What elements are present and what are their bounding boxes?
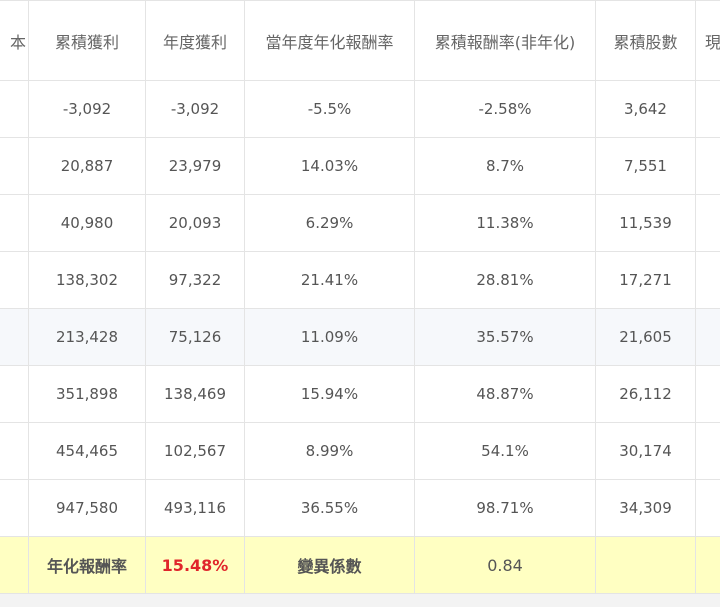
table-row[interactable]: 213,428 75,126 11.09% 35.57% 21,605	[0, 308, 720, 366]
cell-cost-cut	[0, 479, 29, 537]
cell-cumulative-return: 98.71%	[414, 479, 596, 537]
cell-cumulative-shares: 7,551	[595, 137, 696, 195]
cell-cost-cut	[0, 422, 29, 480]
cell-cumulative-shares: 11,539	[595, 194, 696, 252]
cell-annualized-return: 11.09%	[244, 308, 415, 366]
table-row[interactable]: 20,887 23,979 14.03% 8.7% 7,551	[0, 137, 720, 195]
cell-cumulative-profit: 40,980	[28, 194, 146, 252]
cell-cost-cut	[0, 137, 29, 195]
cell-cumulative-profit: 20,887	[28, 137, 146, 195]
cell-cut-right	[695, 479, 720, 537]
cell-annualized-return: 14.03%	[244, 137, 415, 195]
cell-cumulative-return: 48.87%	[414, 365, 596, 423]
cell-cumulative-profit: 138,302	[28, 251, 146, 309]
cell-cumulative-shares: 17,271	[595, 251, 696, 309]
cell-annual-profit: -3,092	[145, 80, 245, 138]
cell-cumulative-return: 8.7%	[414, 137, 596, 195]
table-row[interactable]: 138,302 97,322 21.41% 28.81% 17,271	[0, 251, 720, 309]
cell-annual-profit: 493,116	[145, 479, 245, 537]
cell-annual-profit: 138,469	[145, 365, 245, 423]
cell-annualized-return: -5.5%	[244, 80, 415, 138]
cell-cost-cut	[0, 308, 29, 366]
cell-cumulative-profit: 213,428	[28, 308, 146, 366]
table-row[interactable]: 454,465 102,567 8.99% 54.1% 30,174	[0, 422, 720, 480]
returns-table-view: 本 累積獲利 年度獲利 當年度年化報酬率 累積報酬率(非年化) 累積股數 現 -…	[0, 0, 720, 607]
cell-cumulative-shares: 26,112	[595, 365, 696, 423]
header-annualized-return[interactable]: 當年度年化報酬率	[244, 0, 415, 81]
cell-annualized-return: 36.55%	[244, 479, 415, 537]
cell-cumulative-shares: 30,174	[595, 422, 696, 480]
cell-cumulative-profit: -3,092	[28, 80, 146, 138]
summary-row: 年化報酬率 15.48% 變異係數 0.84	[0, 536, 720, 594]
cell-annualized-return: 8.99%	[244, 422, 415, 480]
cell-annual-profit: 20,093	[145, 194, 245, 252]
cell-cumulative-shares: 3,642	[595, 80, 696, 138]
table-row[interactable]: 947,580 493,116 36.55% 98.71% 34,309	[0, 479, 720, 537]
table-row[interactable]: -3,092 -3,092 -5.5% -2.58% 3,642	[0, 80, 720, 138]
cell-annualized-return: 21.41%	[244, 251, 415, 309]
summary-empty-cell	[595, 536, 696, 594]
table-row[interactable]: 351,898 138,469 15.94% 48.87% 26,112	[0, 365, 720, 423]
cell-cut-right	[695, 137, 720, 195]
cell-annual-profit: 97,322	[145, 251, 245, 309]
cell-cumulative-return: 54.1%	[414, 422, 596, 480]
cell-cut-right	[695, 422, 720, 480]
cell-cumulative-return: 28.81%	[414, 251, 596, 309]
header-cumulative-shares[interactable]: 累積股數	[595, 0, 696, 81]
cell-cumulative-shares: 21,605	[595, 308, 696, 366]
header-row: 本 累積獲利 年度獲利 當年度年化報酬率 累積報酬率(非年化) 累積股數 現	[0, 0, 720, 81]
cell-cost-cut	[0, 194, 29, 252]
cell-cost-cut	[0, 251, 29, 309]
table-footer: 年化報酬率 15.48% 變異係數 0.84	[0, 536, 720, 594]
cell-annual-profit: 75,126	[145, 308, 245, 366]
cell-annual-profit: 23,979	[145, 137, 245, 195]
cell-annualized-return: 15.94%	[244, 365, 415, 423]
cell-cumulative-profit: 351,898	[28, 365, 146, 423]
cv-value: 0.84	[414, 536, 596, 594]
cell-annualized-return: 6.29%	[244, 194, 415, 252]
header-annual-profit[interactable]: 年度獲利	[145, 0, 245, 81]
cell-cumulative-shares: 34,309	[595, 479, 696, 537]
cell-cut-right	[695, 365, 720, 423]
cell-cost-cut	[0, 365, 29, 423]
cell-cost-cut	[0, 80, 29, 138]
header-cumulative-profit[interactable]: 累積獲利	[28, 0, 146, 81]
cell-cumulative-profit: 947,580	[28, 479, 146, 537]
cell-cumulative-return: 11.38%	[414, 194, 596, 252]
cell-cumulative-return: -2.58%	[414, 80, 596, 138]
table-header: 本 累積獲利 年度獲利 當年度年化報酬率 累積報酬率(非年化) 累積股數 現	[0, 0, 720, 81]
cell-cut-right	[695, 251, 720, 309]
annual-return-value: 15.48%	[145, 536, 245, 594]
header-cost-cut[interactable]: 本	[0, 0, 29, 81]
table-row[interactable]: 40,980 20,093 6.29% 11.38% 11,539	[0, 194, 720, 252]
returns-table: 本 累積獲利 年度獲利 當年度年化報酬率 累積報酬率(非年化) 累積股數 現 -…	[0, 0, 720, 594]
header-cut-right[interactable]: 現	[695, 0, 720, 81]
header-cumulative-return[interactable]: 累積報酬率(非年化)	[414, 0, 596, 81]
cell-cut-right	[695, 308, 720, 366]
cell-cumulative-profit: 454,465	[28, 422, 146, 480]
cell-cut-right	[695, 194, 720, 252]
cell-cut-right	[695, 80, 720, 138]
summary-edge-cell-right	[695, 536, 720, 594]
summary-edge-cell	[0, 536, 29, 594]
table-body: -3,092 -3,092 -5.5% -2.58% 3,642 20,887 23,979…	[0, 80, 720, 537]
cell-annual-profit: 102,567	[145, 422, 245, 480]
cell-cumulative-return: 35.57%	[414, 308, 596, 366]
cv-label: 變異係數	[244, 536, 415, 594]
annual-return-label: 年化報酬率	[28, 536, 146, 594]
